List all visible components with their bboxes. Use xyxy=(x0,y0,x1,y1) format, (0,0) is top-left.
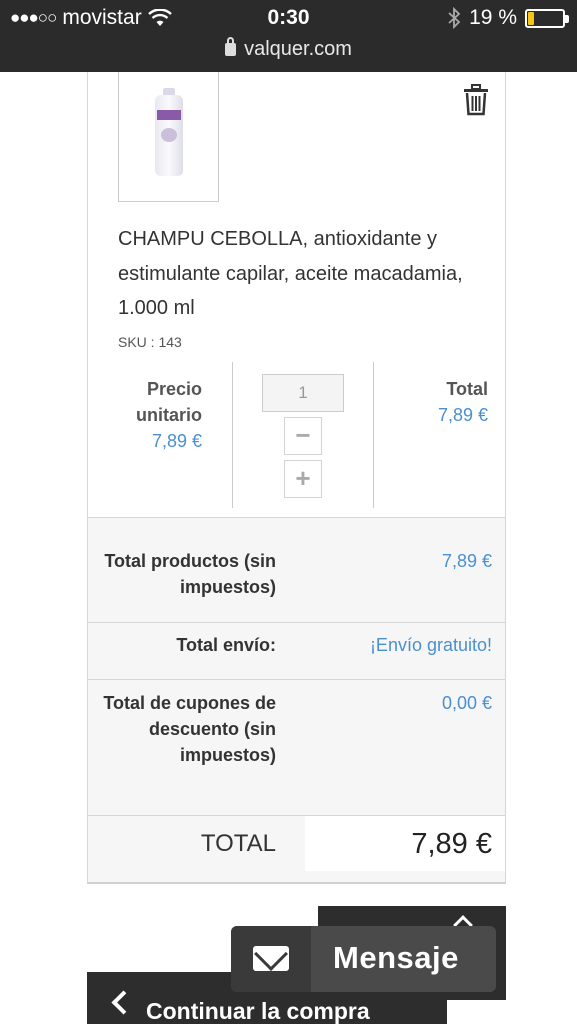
quantity-input[interactable] xyxy=(262,374,344,412)
coupons-total-value: 0,00 € xyxy=(441,693,492,713)
coupons-total-label: Total de cupones de descuento (sin impue… xyxy=(103,693,276,765)
product-name[interactable]: CHAMPU CEBOLLA, antioxidante y estimulan… xyxy=(118,222,488,326)
battery-icon xyxy=(525,8,569,28)
status-bar: ●●●○○ movistar 0:30 19 % valquer.com xyxy=(0,0,577,72)
battery-level xyxy=(528,11,534,25)
continue-shopping-label: Continuar la compra xyxy=(146,998,370,1024)
line-total-column: Total 7,89 € xyxy=(374,362,505,508)
shampoo-bottle-image xyxy=(155,88,183,176)
products-total-label: Total productos (sin impuestos) xyxy=(104,551,276,597)
bluetooth-icon xyxy=(448,7,461,29)
quantity-column: − + xyxy=(233,362,374,508)
unit-price-value: 7,89 € xyxy=(151,431,202,451)
unit-price-label-line2: unitario xyxy=(136,405,202,425)
increase-quantity-button[interactable]: + xyxy=(284,460,322,498)
line-total-label: Total xyxy=(446,379,488,399)
products-total-value: 7,89 € xyxy=(441,551,492,571)
unit-price-column: Precio unitario 7,89 € xyxy=(88,362,233,508)
message-button[interactable]: Mensaje xyxy=(231,926,496,992)
grand-total-value: 7,89 € xyxy=(411,828,492,860)
product-sku: SKU : 143 xyxy=(118,334,182,350)
product-thumbnail[interactable] xyxy=(118,72,219,202)
battery-percentage: 19 % xyxy=(469,6,517,29)
price-quantity-area: Precio unitario 7,89 € − + Total 7,89 € xyxy=(88,362,505,518)
address-bar[interactable]: valquer.com xyxy=(0,37,577,61)
cart-item-card: CHAMPU CEBOLLA, antioxidante y estimulan… xyxy=(87,72,506,884)
chevron-left-icon xyxy=(111,990,136,1015)
summary-coupons-row: Total de cupones de descuento (sin impue… xyxy=(88,679,505,815)
summary-shipping-row: Total envío: ¡Envío gratuito! xyxy=(88,622,505,679)
message-label: Mensaje xyxy=(333,940,459,975)
unit-price-label-line1: Precio xyxy=(146,379,202,399)
summary-products-row: Total productos (sin impuestos) 7,89 € xyxy=(88,517,505,622)
grand-total-label: TOTAL xyxy=(200,830,276,857)
trash-icon[interactable] xyxy=(462,84,490,116)
shipping-total-value: ¡Envío gratuito! xyxy=(369,635,492,655)
grand-total-row: TOTAL 7,89 € xyxy=(88,815,505,882)
url-text: valquer.com xyxy=(244,38,352,60)
envelope-icon xyxy=(253,946,289,971)
shipping-total-label: Total envío: xyxy=(176,635,276,655)
decrease-quantity-button[interactable]: − xyxy=(284,417,322,455)
line-total-value: 7,89 € xyxy=(437,405,488,425)
lock-icon xyxy=(225,37,237,56)
